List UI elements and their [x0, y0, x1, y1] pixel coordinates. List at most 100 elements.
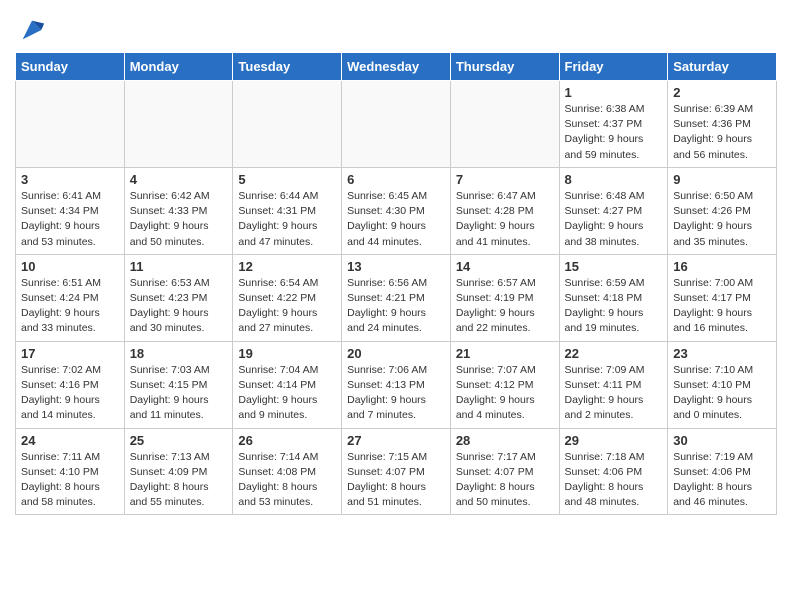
calendar-header-thursday: Thursday	[450, 53, 559, 81]
day-number: 21	[456, 346, 554, 361]
day-info: Sunrise: 6:48 AM Sunset: 4:27 PM Dayligh…	[565, 189, 663, 250]
calendar-cell: 27Sunrise: 7:15 AM Sunset: 4:07 PM Dayli…	[342, 428, 451, 515]
day-info: Sunrise: 7:07 AM Sunset: 4:12 PM Dayligh…	[456, 363, 554, 424]
day-info: Sunrise: 6:42 AM Sunset: 4:33 PM Dayligh…	[130, 189, 228, 250]
calendar-cell: 9 Sunrise: 6:50 AM Sunset: 4:26 PM Daylig…	[668, 167, 777, 254]
day-info: Sunrise: 7:00 AM Sunset: 4:17 PM Dayligh…	[673, 276, 771, 337]
day-info: Sunrise: 7:09 AM Sunset: 4:11 PM Dayligh…	[565, 363, 663, 424]
calendar-cell: 15Sunrise: 6:59 AM Sunset: 4:18 PM Dayli…	[559, 254, 668, 341]
calendar-cell	[124, 81, 233, 168]
day-info: Sunrise: 7:03 AM Sunset: 4:15 PM Dayligh…	[130, 363, 228, 424]
day-number: 20	[347, 346, 445, 361]
calendar-cell: 19 Sunrise: 7:04 AM Sunset: 4:14 PM Dayli…	[233, 341, 342, 428]
calendar-cell: 23 Sunrise: 7:10 AM Sunset: 4:10 PM Dayli…	[668, 341, 777, 428]
calendar-cell: 5Sunrise: 6:44 AM Sunset: 4:31 PM Daylig…	[233, 167, 342, 254]
day-number: 11	[130, 259, 228, 274]
day-number: 4	[130, 172, 228, 187]
day-info: Sunrise: 6:38 AM Sunset: 4:37 PM Dayligh…	[565, 102, 663, 163]
day-info: Sunrise: 7:10 AM Sunset: 4:10 PM Dayligh…	[673, 363, 771, 424]
calendar-cell: 8 Sunrise: 6:48 AM Sunset: 4:27 PM Daylig…	[559, 167, 668, 254]
logo-icon	[18, 16, 46, 44]
day-info: Sunrise: 6:57 AM Sunset: 4:19 PM Dayligh…	[456, 276, 554, 337]
calendar-header-saturday: Saturday	[668, 53, 777, 81]
day-info: Sunrise: 7:19 AM Sunset: 4:06 PM Dayligh…	[673, 450, 771, 511]
calendar-cell	[342, 81, 451, 168]
calendar-week-row: 17Sunrise: 7:02 AM Sunset: 4:16 PM Dayli…	[16, 341, 777, 428]
day-number: 10	[21, 259, 119, 274]
calendar-cell: 26 Sunrise: 7:14 AM Sunset: 4:08 PM Dayli…	[233, 428, 342, 515]
calendar-cell: 30 Sunrise: 7:19 AM Sunset: 4:06 PM Dayli…	[668, 428, 777, 515]
day-number: 2	[673, 85, 771, 100]
calendar-header-wednesday: Wednesday	[342, 53, 451, 81]
calendar-header-friday: Friday	[559, 53, 668, 81]
calendar-cell: 24Sunrise: 7:11 AM Sunset: 4:10 PM Dayli…	[16, 428, 125, 515]
calendar-cell: 1 Sunrise: 6:38 AM Sunset: 4:37 PM Daylig…	[559, 81, 668, 168]
calendar-header-tuesday: Tuesday	[233, 53, 342, 81]
calendar-cell: 21 Sunrise: 7:07 AM Sunset: 4:12 PM Dayli…	[450, 341, 559, 428]
calendar-cell	[16, 81, 125, 168]
calendar-cell: 18 Sunrise: 7:03 AM Sunset: 4:15 PM Dayli…	[124, 341, 233, 428]
calendar-cell: 3 Sunrise: 6:41 AM Sunset: 4:34 PM Daylig…	[16, 167, 125, 254]
calendar-table: SundayMondayTuesdayWednesdayThursdayFrid…	[15, 52, 777, 515]
calendar-header-row: SundayMondayTuesdayWednesdayThursdayFrid…	[16, 53, 777, 81]
calendar-cell: 11 Sunrise: 6:53 AM Sunset: 4:23 PM Dayli…	[124, 254, 233, 341]
day-info: Sunrise: 6:50 AM Sunset: 4:26 PM Dayligh…	[673, 189, 771, 250]
logo	[15, 16, 46, 44]
day-info: Sunrise: 6:56 AM Sunset: 4:21 PM Dayligh…	[347, 276, 445, 337]
day-number: 22	[565, 346, 663, 361]
day-info: Sunrise: 6:45 AM Sunset: 4:30 PM Dayligh…	[347, 189, 445, 250]
calendar-cell: 7 Sunrise: 6:47 AM Sunset: 4:28 PM Daylig…	[450, 167, 559, 254]
day-number: 12	[238, 259, 336, 274]
day-info: Sunrise: 6:47 AM Sunset: 4:28 PM Dayligh…	[456, 189, 554, 250]
day-number: 30	[673, 433, 771, 448]
day-number: 25	[130, 433, 228, 448]
day-info: Sunrise: 7:06 AM Sunset: 4:13 PM Dayligh…	[347, 363, 445, 424]
day-number: 23	[673, 346, 771, 361]
day-number: 5	[238, 172, 336, 187]
calendar-cell: 29 Sunrise: 7:18 AM Sunset: 4:06 PM Dayli…	[559, 428, 668, 515]
day-number: 6	[347, 172, 445, 187]
day-info: Sunrise: 7:13 AM Sunset: 4:09 PM Dayligh…	[130, 450, 228, 511]
day-info: Sunrise: 7:17 AM Sunset: 4:07 PM Dayligh…	[456, 450, 554, 511]
day-number: 8	[565, 172, 663, 187]
day-number: 13	[347, 259, 445, 274]
calendar-cell: 12 Sunrise: 6:54 AM Sunset: 4:22 PM Dayli…	[233, 254, 342, 341]
calendar-cell: 2Sunrise: 6:39 AM Sunset: 4:36 PM Daylig…	[668, 81, 777, 168]
day-number: 15	[565, 259, 663, 274]
calendar-header-sunday: Sunday	[16, 53, 125, 81]
day-info: Sunrise: 7:14 AM Sunset: 4:08 PM Dayligh…	[238, 450, 336, 511]
calendar-cell: 14 Sunrise: 6:57 AM Sunset: 4:19 PM Dayli…	[450, 254, 559, 341]
calendar-cell: 16 Sunrise: 7:00 AM Sunset: 4:17 PM Dayli…	[668, 254, 777, 341]
day-number: 14	[456, 259, 554, 274]
calendar-cell	[233, 81, 342, 168]
day-number: 9	[673, 172, 771, 187]
day-number: 16	[673, 259, 771, 274]
day-number: 28	[456, 433, 554, 448]
calendar-week-row: 24Sunrise: 7:11 AM Sunset: 4:10 PM Dayli…	[16, 428, 777, 515]
day-info: Sunrise: 6:41 AM Sunset: 4:34 PM Dayligh…	[21, 189, 119, 250]
day-number: 17	[21, 346, 119, 361]
calendar-header-monday: Monday	[124, 53, 233, 81]
calendar-cell: 13 Sunrise: 6:56 AM Sunset: 4:21 PM Dayli…	[342, 254, 451, 341]
calendar-week-row: 1 Sunrise: 6:38 AM Sunset: 4:37 PM Daylig…	[16, 81, 777, 168]
calendar-cell: 28 Sunrise: 7:17 AM Sunset: 4:07 PM Dayli…	[450, 428, 559, 515]
day-info: Sunrise: 6:53 AM Sunset: 4:23 PM Dayligh…	[130, 276, 228, 337]
day-info: Sunrise: 6:54 AM Sunset: 4:22 PM Dayligh…	[238, 276, 336, 337]
calendar-cell: 25 Sunrise: 7:13 AM Sunset: 4:09 PM Dayli…	[124, 428, 233, 515]
calendar-cell: 4 Sunrise: 6:42 AM Sunset: 4:33 PM Daylig…	[124, 167, 233, 254]
calendar-week-row: 3 Sunrise: 6:41 AM Sunset: 4:34 PM Daylig…	[16, 167, 777, 254]
day-info: Sunrise: 7:04 AM Sunset: 4:14 PM Dayligh…	[238, 363, 336, 424]
page-header	[15, 10, 777, 44]
calendar-week-row: 10 Sunrise: 6:51 AM Sunset: 4:24 PM Dayli…	[16, 254, 777, 341]
day-info: Sunrise: 7:18 AM Sunset: 4:06 PM Dayligh…	[565, 450, 663, 511]
day-number: 29	[565, 433, 663, 448]
day-number: 26	[238, 433, 336, 448]
day-number: 3	[21, 172, 119, 187]
day-number: 19	[238, 346, 336, 361]
day-number: 7	[456, 172, 554, 187]
calendar-cell: 20 Sunrise: 7:06 AM Sunset: 4:13 PM Dayli…	[342, 341, 451, 428]
day-number: 24	[21, 433, 119, 448]
day-number: 18	[130, 346, 228, 361]
day-info: Sunrise: 6:51 AM Sunset: 4:24 PM Dayligh…	[21, 276, 119, 337]
day-number: 1	[565, 85, 663, 100]
